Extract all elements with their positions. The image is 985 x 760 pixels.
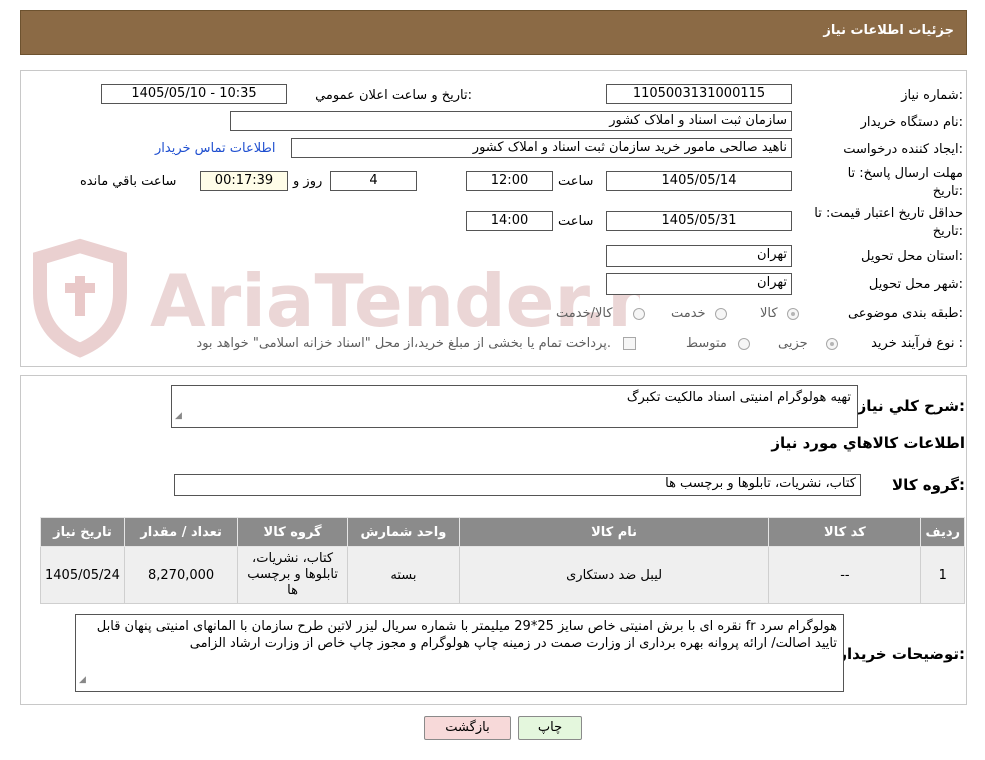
table-header-row: رديف کد کالا نام کالا واحد شمارش گروه کا… xyxy=(40,517,965,547)
col-code-header: کد کالا xyxy=(768,517,922,547)
announce-datetime-label: تاريخ و ساعت اعلان عمومي: xyxy=(315,88,472,103)
items-table: رديف کد کالا نام کالا واحد شمارش گروه کا… xyxy=(40,517,965,604)
response-deadline-label-2: تاریخ: xyxy=(932,184,963,199)
category-label: طبقه بندی موضوعی: xyxy=(847,306,963,321)
col-qty-header: تعداد / مقدار xyxy=(123,517,239,547)
purchase-option-minor: جزیی xyxy=(778,336,808,351)
treasury-checkbox[interactable] xyxy=(623,337,636,350)
description-text: تهیه هولوگرام امنیتی اسناد مالکیت تکبرگ xyxy=(626,390,851,405)
buyer-notes-field[interactable]: هولوگرام سرد fr نقره ای با برش امنیتی خا… xyxy=(75,614,844,692)
description-field[interactable]: تهیه هولوگرام امنیتی اسناد مالکیت تکبرگ … xyxy=(171,385,858,428)
cell-qty: 8,270,000 xyxy=(123,546,239,604)
announce-datetime-field[interactable]: 1405/05/10 - 10:35 xyxy=(101,84,287,104)
price-validity-time-field[interactable]: 14:00 xyxy=(466,211,553,231)
need-number-field[interactable]: 1105003131000115 xyxy=(606,84,792,104)
page-title: جزئیات اطلاعات نیاز xyxy=(823,23,954,38)
remaining-time-field: 00:17:39 xyxy=(200,171,288,191)
goods-section-title: اطلاعات کالاهاي مورد نياز xyxy=(771,434,965,452)
response-date-field[interactable]: 1405/05/14 xyxy=(606,171,792,191)
purchase-type-label: نوع فرآیند خرید : xyxy=(871,336,963,351)
buyer-notes-text: هولوگرام سرد fr نقره ای با برش امنیتی خا… xyxy=(96,619,837,651)
delivery-province-field[interactable]: تهران xyxy=(606,245,792,267)
print-button[interactable]: چاپ xyxy=(518,716,582,740)
response-time-label: ساعت xyxy=(558,174,594,189)
description-label: شرح کلي نياز: xyxy=(857,397,965,415)
category-radio-service[interactable] xyxy=(715,308,727,320)
buyer-notes-label: توضیحات خریدار: xyxy=(838,645,965,663)
price-validity-time-label: ساعت xyxy=(558,214,594,229)
days-label: روز و xyxy=(293,174,323,189)
delivery-city-label: شهر محل تحویل: xyxy=(868,277,963,292)
purchase-radio-medium[interactable] xyxy=(738,338,750,350)
category-option-goods: کالا xyxy=(760,306,778,321)
remaining-time-label: ساعت باقي مانده xyxy=(80,174,177,189)
category-option-goods-service: کالا/خدمت xyxy=(556,306,613,321)
col-date-header: تاریخ نیاز xyxy=(40,517,125,547)
resize-grip-icon[interactable]: ◢ xyxy=(79,672,86,689)
purchase-radio-minor[interactable] xyxy=(826,338,838,350)
buyer-org-label: نام دستگاه خریدار: xyxy=(860,115,963,130)
purchase-option-medium: متوسط xyxy=(686,336,727,351)
response-deadline-label: مهلت ارسال پاسخ: تا xyxy=(847,166,963,181)
cell-code: -- xyxy=(768,546,922,604)
days-field[interactable]: 4 xyxy=(330,171,417,191)
requester-field[interactable]: ناهید صالحی مامور خرید سازمان ثبت اسناد … xyxy=(291,138,792,158)
category-radio-goods-service[interactable] xyxy=(633,308,645,320)
delivery-province-label: استان محل تحویل: xyxy=(861,249,963,264)
buyer-org-field[interactable]: سازمان ثبت اسناد و املاک کشور xyxy=(230,111,792,131)
goods-group-label: گروه کالا: xyxy=(892,476,965,494)
price-validity-label: حداقل تاریخ اعتبار قیمت: تا xyxy=(814,206,963,221)
requester-label: ایجاد کننده درخواست: xyxy=(843,142,963,157)
resize-grip-icon[interactable]: ◢ xyxy=(175,408,182,425)
col-row-header: رديف xyxy=(920,517,965,547)
category-radio-goods[interactable] xyxy=(787,308,799,320)
table-row: 1 -- لیبل ضد دستکاری بسته کتاب، نشریات، … xyxy=(40,546,965,604)
treasury-note: پرداخت تمام یا بخشی از مبلغ خرید،از محل … xyxy=(196,336,611,351)
goods-group-field[interactable]: کتاب، نشریات، تابلوها و برچسب ها xyxy=(174,474,861,496)
page-header: جزئیات اطلاعات نیاز xyxy=(20,10,967,55)
col-unit-header: واحد شمارش xyxy=(346,517,460,547)
delivery-city-field[interactable]: تهران xyxy=(606,273,792,295)
response-time-field[interactable]: 12:00 xyxy=(466,171,553,191)
cell-unit: بسته xyxy=(346,546,460,604)
cell-group: کتاب، نشریات، تابلوها و برچسب ها xyxy=(237,546,348,604)
need-number-label: شماره نیاز: xyxy=(901,88,963,103)
col-name-header: نام کالا xyxy=(458,517,770,547)
cell-name: لیبل ضد دستکاری xyxy=(458,546,770,604)
cell-row: 1 xyxy=(920,546,965,604)
price-validity-label-2: تاریخ: xyxy=(932,224,963,239)
cell-date: 1405/05/24 xyxy=(40,546,125,604)
col-group-header: گروه کالا xyxy=(237,517,348,547)
back-button[interactable]: بازگشت xyxy=(424,716,511,740)
category-option-service: خدمت xyxy=(671,306,706,321)
buyer-contact-link[interactable]: اطلاعات تماس خریدار xyxy=(155,141,275,156)
price-validity-date-field[interactable]: 1405/05/31 xyxy=(606,211,792,231)
